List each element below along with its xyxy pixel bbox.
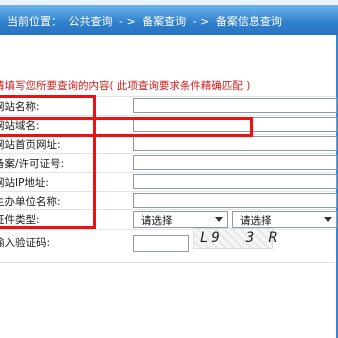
form-row-license-number: 备案/许可证号: (0, 153, 337, 172)
chevron-down-icon (215, 217, 223, 222)
breadcrumb-filing-info-query: 备案信息查询 (215, 15, 282, 28)
homepage-url-label: 网站首页网址: (0, 139, 61, 151)
chevron-down-icon (324, 217, 332, 222)
ip-address-label: 网站IP地址: (0, 177, 49, 189)
site-name-input[interactable] (133, 98, 337, 113)
homepage-url-input[interactable] (133, 136, 337, 151)
ip-address-input[interactable] (133, 174, 337, 189)
organizer-label: 主办单位名称: (0, 196, 61, 208)
form-row-homepage-url: 网站首页网址: (0, 134, 337, 153)
captcha-label: 输入验证码: (0, 237, 51, 249)
breadcrumb-separator: - > (192, 15, 210, 28)
breadcrumb-public-query[interactable]: 公共查询 (69, 15, 113, 28)
form-row-cert-type: 证件类型: 请选择 请选择 (0, 209, 337, 228)
cert-type-select-primary[interactable]: 请选择 (133, 211, 228, 228)
cert-type-select-primary-value: 请选择 (141, 215, 173, 227)
instruction-text: 请填写您所要查询的内容( 此项查询要求条件精确匹配 ) (0, 80, 251, 92)
license-number-input[interactable] (133, 155, 337, 170)
domain-label: 网站域名: (0, 120, 40, 132)
captcha-image[interactable]: L9 3 R (193, 228, 277, 249)
breadcrumb-filing-query[interactable]: 备案查询 (142, 15, 186, 28)
form-row-domain: 网站域名: (0, 115, 337, 134)
captcha-input[interactable] (133, 235, 189, 252)
form-bottom-divider (0, 262, 336, 263)
site-name-label: 网站名称: (0, 101, 40, 113)
cert-type-select-secondary-value: 请选择 (240, 215, 272, 227)
cert-type-select-secondary[interactable]: 请选择 (232, 211, 337, 228)
breadcrumb: 当前位置： 公共查询 - > 备案查询 - > 备案信息查询 (0, 5, 338, 35)
form-row-organizer: 主办单位名称: (0, 191, 337, 210)
license-number-label: 备案/许可证号: (0, 158, 65, 170)
cert-type-label: 证件类型: (0, 214, 40, 226)
form-row-site-name: 网站名称: (0, 96, 337, 115)
current-location-label: 当前位置： (7, 15, 62, 28)
organizer-input[interactable] (133, 193, 337, 208)
breadcrumb-separator: - > (119, 15, 136, 28)
domain-input[interactable] (133, 117, 337, 132)
form-row-ip-address: 网站IP地址: (0, 172, 337, 191)
